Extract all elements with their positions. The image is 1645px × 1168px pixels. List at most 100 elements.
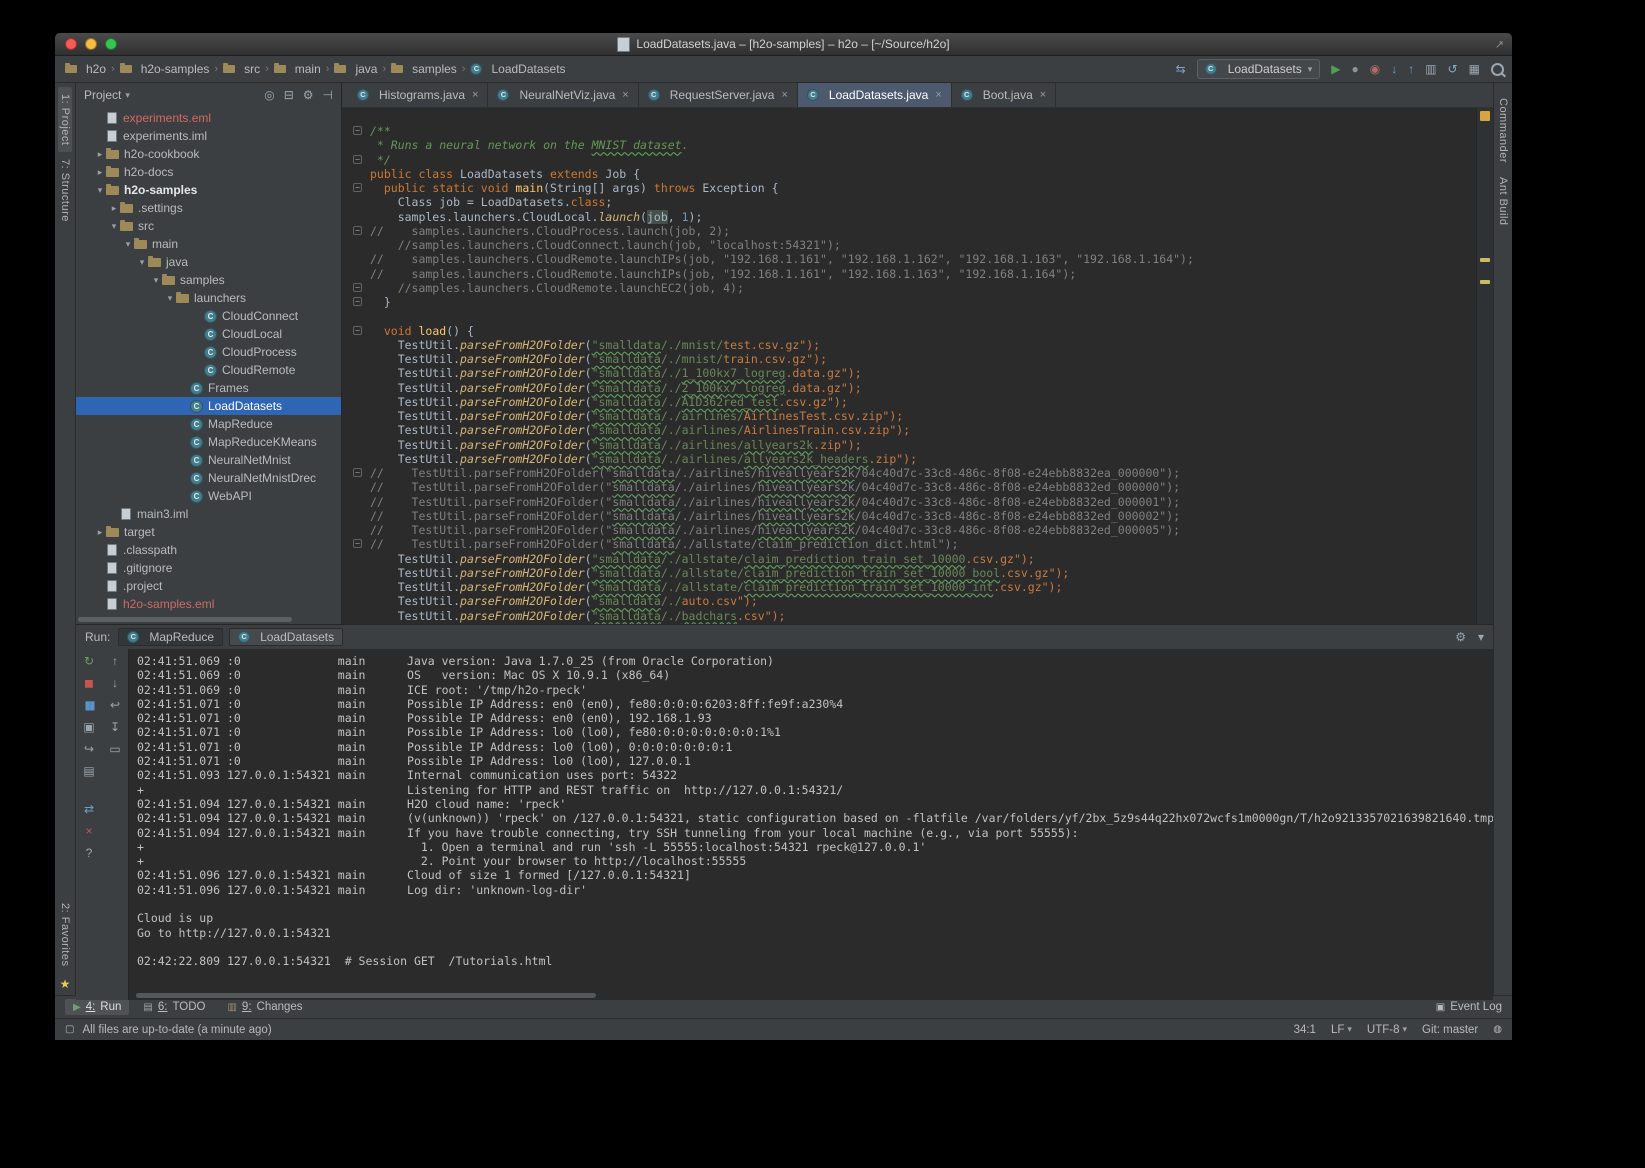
- tree-item-webapi[interactable]: CWebAPI: [76, 487, 341, 505]
- tree-item--project[interactable]: .project: [76, 577, 341, 595]
- chevron-down-icon[interactable]: ▾: [125, 90, 130, 101]
- fold-collapse-icon[interactable]: −: [353, 539, 362, 548]
- tree-item-h2o-samples-eml[interactable]: h2o-samples.eml: [76, 595, 341, 613]
- chevron-down-icon[interactable]: ▾: [108, 221, 120, 232]
- jump-to-source-icon[interactable]: ↪: [80, 742, 98, 757]
- tree-item-cloudlocal[interactable]: CCloudLocal: [76, 325, 341, 343]
- compare-changes-icon[interactable]: ⇆: [1176, 62, 1186, 76]
- prev-occurrence-icon[interactable]: ↑: [106, 654, 124, 669]
- breadcrumb-item-src[interactable]: src: [221, 62, 262, 76]
- restart-server-icon[interactable]: ⇄: [80, 802, 98, 817]
- project-horizontal-scrollbar[interactable]: [78, 617, 339, 622]
- close-tab-icon[interactable]: ×: [1040, 89, 1046, 101]
- tool-tab-changes[interactable]: ▥9:Changes: [219, 999, 310, 1015]
- breadcrumb-item-samples[interactable]: samples: [389, 62, 459, 76]
- tree-item-cloudprocess[interactable]: CCloudProcess: [76, 343, 341, 361]
- run-configuration-select[interactable]: CLoadDatasets▾: [1197, 59, 1321, 79]
- zoom-window-button[interactable]: [105, 38, 117, 50]
- tool-button-1-project[interactable]: 1: Project: [58, 87, 72, 152]
- help-icon[interactable]: ?: [80, 846, 98, 861]
- console-horizontal-scrollbar[interactable]: [136, 993, 596, 998]
- chevron-down-icon[interactable]: ▾: [150, 275, 162, 286]
- show-console-icon[interactable]: ▣: [80, 720, 98, 735]
- tool-tab-run[interactable]: ▶4:Run: [65, 999, 129, 1015]
- fold-collapse-icon[interactable]: −: [353, 297, 362, 306]
- run-settings-gear-icon[interactable]: ⚙: [1455, 630, 1466, 644]
- tree-item-main[interactable]: ▾main: [76, 235, 341, 253]
- stop-icon[interactable]: ◼: [80, 676, 98, 691]
- debug-icon[interactable]: ●: [1352, 62, 1359, 76]
- tree-item-neuralnetmnistdrec[interactable]: CNeuralNetMnistDrec: [76, 469, 341, 487]
- tree-item-neuralnetmnist[interactable]: CNeuralNetMnist: [76, 451, 341, 469]
- tree-item-src[interactable]: ▾src: [76, 217, 341, 235]
- chevron-down-icon[interactable]: ▾: [122, 239, 134, 250]
- fold-collapse-icon[interactable]: −: [353, 326, 362, 335]
- chevron-right-icon[interactable]: ▸: [94, 167, 106, 178]
- tree-item--gitignore[interactable]: .gitignore: [76, 559, 341, 577]
- restore-layout-icon[interactable]: ▦: [1469, 62, 1480, 76]
- rerun-icon[interactable]: ↻: [80, 654, 98, 669]
- encoding-select[interactable]: UTF-8▾: [1367, 1024, 1407, 1036]
- tree-item-cloudconnect[interactable]: CCloudConnect: [76, 307, 341, 325]
- search-everywhere-icon[interactable]: [1491, 63, 1504, 76]
- tree-item--classpath[interactable]: .classpath: [76, 541, 341, 559]
- hide-run-panel-icon[interactable]: ▾: [1478, 630, 1484, 644]
- tree-item-launchers[interactable]: ▾launchers: [76, 289, 341, 307]
- undo-icon[interactable]: ↺: [1448, 62, 1458, 76]
- titlebar[interactable]: LoadDatasets.java – [h2o-samples] – h2o …: [55, 33, 1512, 56]
- tool-button-7-structure[interactable]: 7: Structure: [58, 152, 72, 229]
- close-tab-icon[interactable]: ×: [472, 89, 478, 101]
- chevron-down-icon[interactable]: ▾: [94, 185, 106, 196]
- tree-item-samples[interactable]: ▾samples: [76, 271, 341, 289]
- next-occurrence-icon[interactable]: ↓: [106, 676, 124, 691]
- fold-collapse-icon[interactable]: −: [353, 183, 362, 192]
- fold-collapse-icon[interactable]: −: [353, 126, 362, 135]
- tree-item-main3-iml[interactable]: main3.iml: [76, 505, 341, 523]
- fold-collapse-icon[interactable]: −: [353, 226, 362, 235]
- tree-item-java[interactable]: ▾java: [76, 253, 341, 271]
- close-icon[interactable]: ×: [80, 824, 98, 839]
- caret-position[interactable]: 34:1: [1294, 1024, 1316, 1036]
- tree-item-experiments-iml[interactable]: experiments.iml: [76, 127, 341, 145]
- hector-inspections-icon[interactable]: ◍: [1493, 1024, 1502, 1035]
- tree-item-mapreducekmeans[interactable]: CMapReduceKMeans: [76, 433, 341, 451]
- editor-tab-boot-java[interactable]: CBoot.java×: [952, 83, 1056, 107]
- chevron-right-icon[interactable]: ▸: [94, 149, 106, 160]
- close-tab-icon[interactable]: ×: [622, 89, 628, 101]
- tool-button-commander[interactable]: Commander: [1496, 91, 1510, 170]
- chevron-right-icon[interactable]: ▸: [108, 203, 120, 214]
- coverage-icon[interactable]: ◉: [1370, 62, 1380, 76]
- editor-tab-neuralnetviz-java[interactable]: CNeuralNetViz.java×: [488, 83, 638, 107]
- clear-all-icon[interactable]: ▭: [106, 742, 124, 757]
- project-tree[interactable]: experiments.emlexperiments.iml▸h2o-cookb…: [76, 107, 341, 624]
- chevron-down-icon[interactable]: ▾: [164, 293, 176, 304]
- editor-tab-loaddatasets-java[interactable]: CLoadDatasets.java×: [798, 83, 952, 107]
- editor-tab-histograms-java[interactable]: CHistograms.java×: [348, 83, 488, 107]
- run-icon[interactable]: ▶: [1331, 62, 1340, 76]
- close-tab-icon[interactable]: ×: [781, 89, 787, 101]
- fold-collapse-icon[interactable]: −: [353, 155, 362, 164]
- hide-panel-icon[interactable]: ⊣: [323, 88, 333, 102]
- scroll-from-source-icon[interactable]: ◎: [264, 88, 274, 102]
- tree-item-frames[interactable]: CFrames: [76, 379, 341, 397]
- toolwindow-toggle-icon[interactable]: ▢: [65, 1024, 74, 1035]
- close-tab-icon[interactable]: ×: [935, 89, 941, 101]
- settings-gear-icon[interactable]: ⚙: [303, 88, 314, 102]
- soft-wrap-icon[interactable]: ↩: [106, 698, 124, 713]
- fullscreen-icon[interactable]: ↗: [1495, 38, 1504, 51]
- vcs-commit-icon[interactable]: ↑: [1408, 62, 1414, 76]
- tree-item-mapreduce[interactable]: CMapReduce: [76, 415, 341, 433]
- chevron-down-icon[interactable]: ▾: [136, 257, 148, 268]
- print-icon[interactable]: ▤: [80, 764, 98, 779]
- error-stripe[interactable]: [1476, 108, 1493, 624]
- code-editor[interactable]: −/** * Runs a neural network on the MNIS…: [342, 108, 1476, 624]
- close-window-button[interactable]: [65, 38, 77, 50]
- tree-item-h2o-samples[interactable]: ▾h2o-samples: [76, 181, 341, 199]
- fold-collapse-icon[interactable]: −: [353, 283, 362, 292]
- run-tab-mapreduce[interactable]: CMapReduce: [118, 628, 223, 646]
- tree-item--settings[interactable]: ▸.settings: [76, 199, 341, 217]
- tree-item-loaddatasets[interactable]: CLoadDatasets: [76, 397, 341, 415]
- tree-item-target[interactable]: ▸target: [76, 523, 341, 541]
- pause-output-icon[interactable]: ▮▮: [80, 698, 98, 713]
- collapse-all-icon[interactable]: ⊟: [284, 88, 294, 102]
